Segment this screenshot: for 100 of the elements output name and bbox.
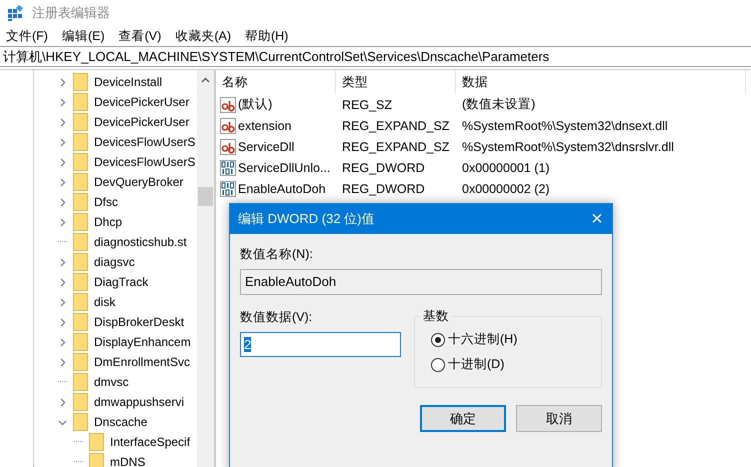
tree-item[interactable]: DeviceInstall xyxy=(94,75,162,89)
column-header[interactable]: 类型 xyxy=(336,70,456,94)
tree-item[interactable]: DevQueryBroker xyxy=(94,175,184,189)
binary-value-icon xyxy=(220,160,236,176)
folder-icon xyxy=(73,413,88,431)
address-bar[interactable]: 计算机\HKEY_LOCAL_MACHINE\SYSTEM\CurrentControlSet\Services\Dnscache\Parameters xyxy=(0,46,751,67)
folder-icon xyxy=(89,433,104,451)
menu-item[interactable]: 文件(F) xyxy=(6,28,48,44)
tree-item[interactable]: DispBrokerDeskt xyxy=(94,315,184,329)
tree-item[interactable]: Dfsc xyxy=(94,195,118,209)
tree-item[interactable]: DiagTrack xyxy=(94,275,148,289)
radio-label[interactable]: 十六进制(H) xyxy=(448,331,518,348)
chevron-right-icon[interactable] xyxy=(58,338,67,346)
tree-item[interactable]: Dnscache xyxy=(94,415,148,429)
value-type: REG_DWORD xyxy=(341,182,426,196)
chevron-right-icon[interactable] xyxy=(58,318,67,326)
tree-item[interactable]: DevicePickerUser xyxy=(94,115,190,129)
chevron-right-icon[interactable] xyxy=(58,398,67,406)
tree-item[interactable]: DmEnrollmentSvc xyxy=(94,355,190,369)
dialog-title: 编辑 DWORD (32 位)值 xyxy=(238,210,374,228)
chevron-right-icon[interactable] xyxy=(58,138,67,146)
folder-icon xyxy=(73,73,88,91)
string-value-icon xyxy=(220,118,236,134)
string-value-icon xyxy=(220,138,236,154)
value-data: 0x00000001 (1) xyxy=(461,160,551,174)
selected-text: 2 xyxy=(244,337,252,352)
dialog-button[interactable]: 确定 xyxy=(420,405,506,432)
value-data: (数值未设置) xyxy=(461,96,536,113)
dialog-button[interactable]: 取消 xyxy=(516,405,602,432)
menu-item[interactable]: 帮助(H) xyxy=(244,28,288,44)
value-name[interactable]: ServiceDllUnlo... xyxy=(238,160,330,174)
radio-label[interactable]: 十进制(D) xyxy=(448,356,504,373)
tree-item[interactable]: DisplayEnhancem xyxy=(94,335,191,349)
group-label: 基数 xyxy=(421,308,451,325)
scroll-thumb[interactable] xyxy=(198,187,213,206)
string-value-icon xyxy=(220,96,236,112)
value-name[interactable]: extension xyxy=(238,118,292,132)
value-data: %SystemRoot%\System32\dnsrslvr.dll xyxy=(461,140,675,154)
registry-icon xyxy=(8,5,24,21)
chevron-right-icon[interactable] xyxy=(58,258,67,266)
tree-item[interactable]: mDNS xyxy=(110,455,146,467)
folder-icon xyxy=(73,313,88,331)
value-name[interactable]: ServiceDll xyxy=(238,140,294,154)
tree-item[interactable]: diagsvc xyxy=(94,255,135,269)
tree-item[interactable]: disk xyxy=(94,295,116,309)
radio-button[interactable] xyxy=(431,332,445,346)
menu-item[interactable]: 编辑(E) xyxy=(62,28,105,44)
tree-item[interactable]: Dhcp xyxy=(94,215,122,229)
folder-icon xyxy=(73,153,88,171)
chevron-down-icon[interactable] xyxy=(58,418,67,426)
chevron-right-icon[interactable] xyxy=(58,298,67,306)
tree-item[interactable]: diagnosticshub.st xyxy=(94,235,187,249)
chevron-right-icon[interactable] xyxy=(58,358,67,366)
folder-icon xyxy=(73,393,88,411)
folder-icon xyxy=(73,133,88,151)
value-name-field[interactable]: EnableAutoDoh xyxy=(240,269,602,295)
menu-item[interactable]: 收藏夹(A) xyxy=(175,28,231,44)
window-title: 注册表编辑器 xyxy=(32,4,110,22)
chevron-right-icon[interactable] xyxy=(58,78,67,86)
tree-item[interactable]: DevicesFlowUserS xyxy=(94,135,196,149)
chevron-right-icon[interactable] xyxy=(58,118,67,126)
value-data: %SystemRoot%\System32\dnsext.dll xyxy=(461,118,669,132)
tree-item[interactable]: DevicePickerUser xyxy=(94,95,190,109)
tree-item[interactable]: dmwappushservi xyxy=(94,395,184,409)
column-header[interactable]: 数据 xyxy=(456,70,746,94)
folder-icon xyxy=(73,93,88,111)
folder-icon xyxy=(73,173,88,191)
value-name[interactable]: EnableAutoDoh xyxy=(238,182,326,196)
folder-icon xyxy=(73,113,88,131)
scrollbar[interactable] xyxy=(197,70,214,467)
value-type: REG_DWORD xyxy=(341,160,426,174)
folder-icon xyxy=(73,233,88,251)
folder-icon xyxy=(73,273,88,291)
tree-item[interactable]: dmvsc xyxy=(94,375,129,389)
value-type: REG_EXPAND_SZ xyxy=(341,140,450,154)
folder-icon xyxy=(73,333,88,351)
folder-icon xyxy=(73,253,88,271)
binary-value-icon xyxy=(220,180,236,196)
value-name[interactable]: (默认) xyxy=(238,96,272,113)
folder-icon xyxy=(89,453,104,467)
chevron-right-icon[interactable] xyxy=(58,218,67,226)
chevron-right-icon[interactable] xyxy=(58,278,67,286)
folder-icon xyxy=(73,213,88,231)
scroll-up-icon[interactable] xyxy=(201,77,210,83)
chevron-right-icon[interactable] xyxy=(58,178,67,186)
radio-button[interactable] xyxy=(431,358,445,372)
folder-icon xyxy=(73,373,88,391)
column-header[interactable]: 名称 xyxy=(216,70,336,94)
menu-item[interactable]: 查看(V) xyxy=(118,28,162,44)
tree-item[interactable]: DevicesFlowUserS xyxy=(94,155,196,169)
folder-icon xyxy=(73,293,88,311)
value-type: REG_SZ xyxy=(341,98,394,112)
tree-item[interactable]: InterfaceSpecif xyxy=(110,435,190,449)
chevron-right-icon[interactable] xyxy=(58,158,67,166)
chevron-right-icon[interactable] xyxy=(58,98,67,106)
close-button[interactable]: × xyxy=(582,208,612,230)
value-data-field[interactable]: 2 xyxy=(240,332,401,357)
chevron-right-icon[interactable] xyxy=(58,198,67,206)
value-type: REG_EXPAND_SZ xyxy=(341,118,450,132)
field-label: 数值名称(N): xyxy=(240,246,314,263)
